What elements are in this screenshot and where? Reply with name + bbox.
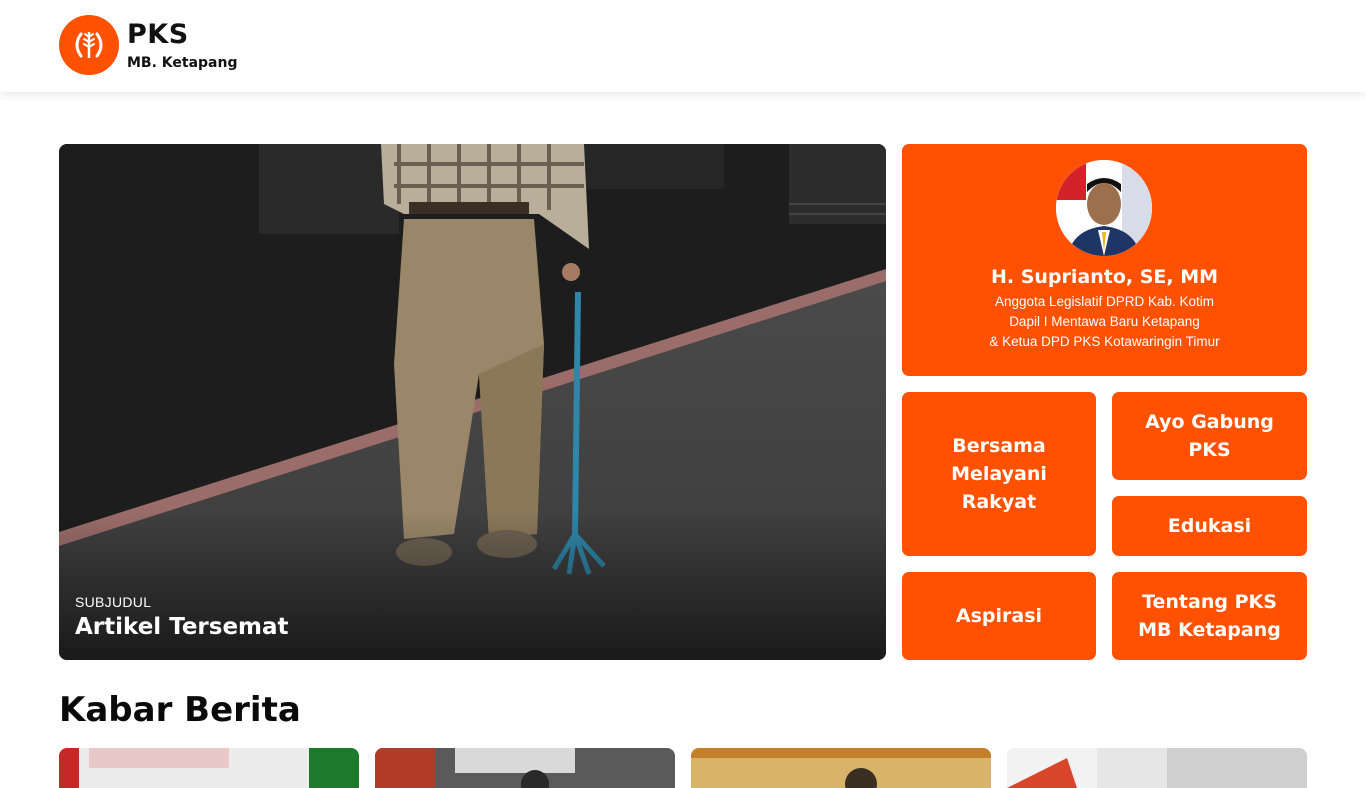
profile-constituency-line: Dapil I Mentawa Baru Ketapang — [1009, 314, 1200, 329]
news-card-4[interactable] — [1007, 748, 1307, 788]
legislator-profile-card: H. Suprianto, SE, MM Anggota Legislatif … — [902, 144, 1307, 376]
profile-role-line: Anggota Legislatif DPRD Kab. Kotim — [994, 294, 1215, 309]
tile-aspirasi[interactable]: Aspirasi — [902, 572, 1096, 660]
brand-subtitle: MB. Ketapang — [127, 54, 238, 71]
tile-tentang-pks[interactable]: Tentang PKS MB Ketapang — [1112, 572, 1307, 660]
news-thumbnail-3 — [691, 748, 991, 788]
pinned-article-card[interactable]: SUBJUDUL Artikel Tersemat — [59, 144, 886, 660]
tile-edukasi[interactable]: Edukasi — [1112, 496, 1307, 556]
tile-ayo-gabung-pks[interactable]: Ayo Gabung PKS — [1112, 392, 1307, 480]
profile-name: H. Suprianto, SE, MM — [990, 266, 1219, 288]
site-header: PKS MB. Ketapang — [0, 0, 1366, 92]
news-thumbnail-2 — [375, 748, 675, 788]
pks-logo-icon — [59, 15, 119, 75]
news-thumbnail-1 — [59, 748, 359, 788]
hero-subtitle: SUBJUDUL — [75, 594, 152, 610]
news-section-heading: Kabar Berita — [59, 690, 301, 730]
hero-title: Artikel Tersemat — [75, 614, 289, 640]
news-card-2[interactable] — [375, 748, 675, 788]
avatar — [1056, 160, 1152, 256]
brand-name: PKS — [127, 18, 189, 50]
news-card-3[interactable] — [691, 748, 991, 788]
news-card-1[interactable] — [59, 748, 359, 788]
tile-bersama-melayani-rakyat[interactable]: Bersama Melayani Rakyat — [902, 392, 1096, 556]
profile-chair-line: & Ketua DPD PKS Kotawaringin Timur — [989, 334, 1220, 349]
home-logo-link[interactable]: PKS MB. Ketapang — [59, 15, 238, 75]
news-thumbnail-4 — [1007, 748, 1307, 788]
